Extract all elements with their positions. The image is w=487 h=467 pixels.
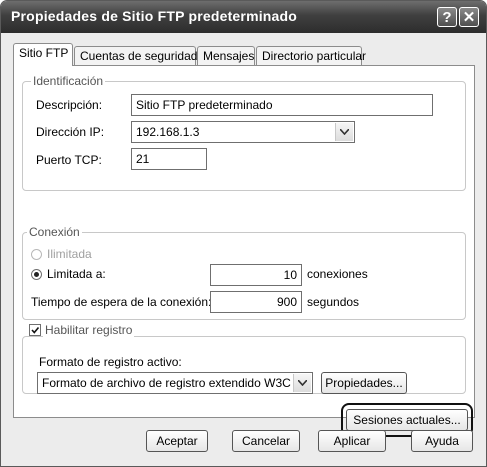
ilimitada-radio[interactable] [31, 249, 42, 260]
group-identificacion: Identificación Descripción: Sitio FTP pr… [22, 74, 466, 191]
segundos-unit-label: segundos [307, 295, 360, 309]
help-title-button[interactable]: ? [437, 7, 457, 27]
chevron-down-icon[interactable] [293, 374, 311, 392]
habilitar-registro-checkbox[interactable] [29, 324, 41, 336]
ip-address-value: 192.168.1.3 [136, 125, 200, 139]
group-conexion-legend: Conexión [27, 225, 82, 239]
tab-mensajes[interactable]: Mensajes [197, 46, 255, 66]
close-title-button[interactable]: ✕ [459, 7, 479, 27]
aplicar-button[interactable]: Aplicar [318, 430, 386, 452]
group-conexion: Conexión Ilimitada Limitada a: 10 conexi… [22, 225, 466, 320]
descripcion-label: Descripción: [36, 98, 103, 112]
tiempo-espera-label: Tiempo de espera de la conexión: [31, 295, 212, 309]
tab-cuentas-de-seguridad[interactable]: Cuentas de seguridad [74, 46, 197, 66]
cancelar-button[interactable]: Cancelar [232, 430, 300, 452]
radio-selected-dot [34, 272, 39, 277]
formato-registro-value: Formato de archivo de registro extendido… [42, 376, 291, 390]
formato-registro-combo[interactable]: Formato de archivo de registro extendido… [37, 372, 313, 394]
sesiones-actuales-button[interactable]: Sesiones actuales... [346, 409, 468, 431]
tab-panel-sitio-ftp: Identificación Descripción: Sitio FTP pr… [13, 65, 475, 437]
propiedades-button[interactable]: Propiedades... [321, 372, 407, 394]
chevron-down-icon[interactable] [335, 123, 353, 141]
ilimitada-label: Ilimitada [47, 247, 92, 261]
ip-address-combo[interactable]: 192.168.1.3 [131, 121, 355, 143]
conexiones-unit-label: conexiones [307, 267, 368, 281]
aceptar-button[interactable]: Aceptar [146, 430, 208, 452]
formato-registro-label: Formato de registro activo: [39, 355, 182, 369]
dialog-window: Propiedades de Sitio FTP predeterminado … [0, 0, 487, 467]
tab-sitio-ftp[interactable]: Sitio FTP [13, 43, 73, 66]
group-identificacion-legend: Identificación [31, 74, 106, 88]
ip-label: Dirección IP: [36, 125, 105, 139]
dialog-client-area: Sitio FTP Cuentas de seguridad Mensajes … [5, 33, 482, 462]
tab-directorio-particular[interactable]: Directorio particular [256, 46, 366, 66]
ayuda-button[interactable]: Ayuda [411, 430, 473, 452]
limitada-connections-input[interactable]: 10 [210, 264, 302, 286]
title-bar[interactable]: Propiedades de Sitio FTP predeterminado … [1, 1, 486, 33]
habilitar-registro-label: Habilitar registro [43, 323, 135, 337]
group-registro: Habilitar registro Formato de registro a… [22, 323, 466, 394]
descripcion-input[interactable]: Sitio FTP predeterminado [131, 94, 433, 116]
puerto-tcp-input[interactable]: 21 [131, 148, 207, 170]
checkmark-icon [31, 326, 40, 334]
puerto-label: Puerto TCP: [36, 153, 102, 167]
tiempo-espera-input[interactable]: 900 [210, 291, 302, 313]
window-title: Propiedades de Sitio FTP predeterminado [11, 8, 298, 24]
limitada-radio[interactable] [31, 269, 42, 280]
limitada-label: Limitada a: [47, 267, 106, 281]
